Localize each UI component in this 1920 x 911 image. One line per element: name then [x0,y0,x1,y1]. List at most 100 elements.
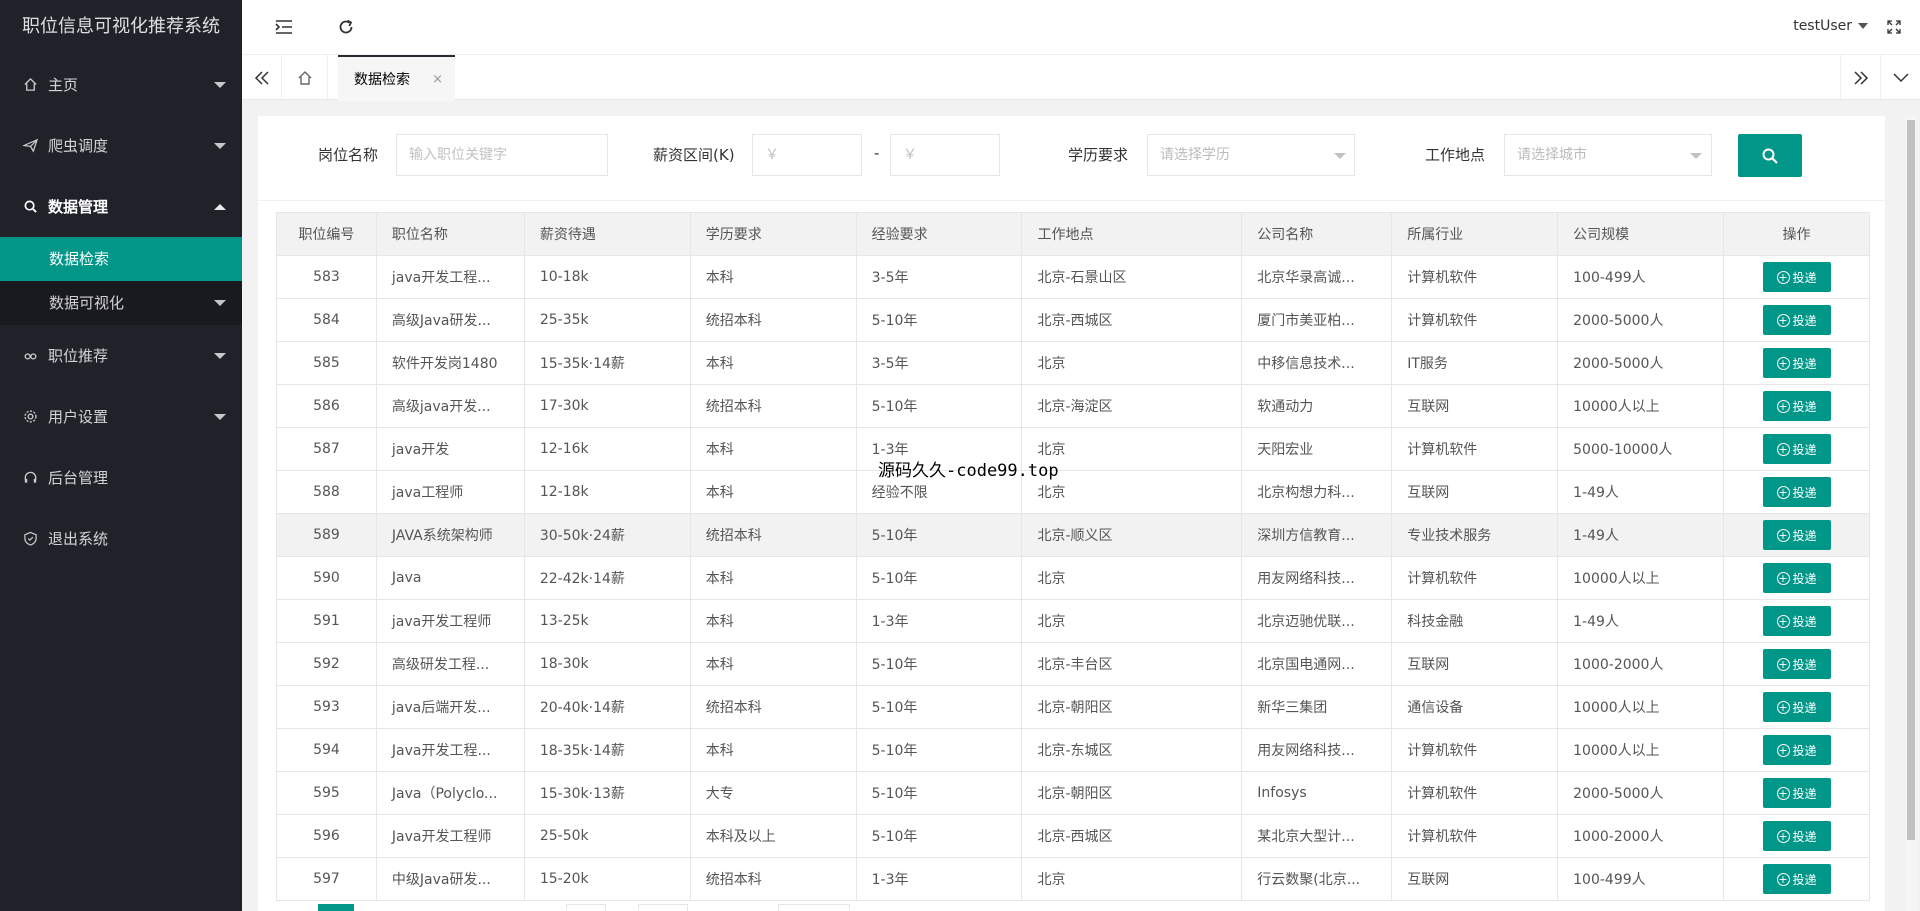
apply-button[interactable]: + 投递 [1762,735,1831,765]
table-cell: 北京构想力科... [1241,470,1393,514]
plus-circle-icon: + [1776,571,1790,585]
table-row: 590 Java 22-42k·14薪 本科 5-10年 北京 用友网络科技... 计算机软件… [276,556,1870,600]
table-cell: 5-10年 [855,513,1023,557]
sidebar-item-job-recommend[interactable]: 职位推荐 [0,325,242,386]
pager-go-button[interactable] [638,904,688,911]
sidebar-item-data-search[interactable]: 数据检索 [0,237,242,281]
column-header[interactable]: 公司名称 [1241,212,1393,256]
column-header[interactable]: 公司规模 [1557,212,1725,256]
apply-button[interactable]: + 投递 [1762,520,1831,550]
plus-circle-icon: + [1776,270,1790,284]
sidebar-item-crawler[interactable]: 爬虫调度 [0,115,242,176]
sidebar-item-label: 主页 [48,76,79,94]
table-cell: 18-35k·14薪 [523,728,691,772]
apply-button-label: 投递 [1792,614,1817,629]
sidebar-item-label: 数据管理 [48,198,109,216]
pager-input[interactable] [566,904,606,911]
table-cell: 高级Java研发... [375,298,525,342]
close-icon[interactable]: × [432,57,443,103]
table-cell: Infosys [1241,771,1393,815]
apply-button[interactable]: + 投递 [1762,606,1831,636]
column-header[interactable]: 经验要求 [855,212,1023,256]
tabs-dropdown-icon[interactable] [1880,55,1920,101]
apply-button[interactable]: + 投递 [1762,391,1831,421]
user-menu[interactable]: testUser [1793,18,1868,34]
plus-circle-icon: + [1776,743,1790,757]
tabs-scroll-right-icon[interactable] [1840,55,1880,101]
apply-button[interactable]: + 投递 [1762,477,1831,507]
table-cell: 北京-东城区 [1021,728,1243,772]
menu-toggle-icon[interactable] [272,15,296,39]
table-header-row: 职位编号 职位名称 薪资待遇 学历要求 经验要求 工作地点 公司名称 所属行业 … [276,212,1870,256]
scrollbar[interactable] [1905,116,1917,911]
city-select[interactable]: 请选择城市 [1504,134,1712,176]
apply-button[interactable]: + 投递 [1762,563,1831,593]
table-cell: 5-10年 [855,298,1023,342]
column-header[interactable]: 职位名称 [375,212,525,256]
fullscreen-icon[interactable] [1882,15,1906,39]
table-cell: 用友网络科技... [1241,556,1393,600]
table-cell: 本科 [689,470,857,514]
sidebar: 职位信息可视化推荐系统 主页 爬虫调度 数据管理 数据检索 数据可视化 职位推荐 [0,0,242,911]
table-cell-action: + 投递 [1723,384,1870,428]
shield-icon [22,531,38,547]
tabs-scroll-left-icon[interactable] [242,55,282,101]
plus-circle-icon: + [1776,442,1790,456]
job-name-input[interactable] [396,134,608,176]
table-cell: 3-5年 [855,341,1023,385]
apply-button[interactable]: + 投递 [1762,692,1831,722]
salary-max-input[interactable] [890,134,1000,176]
apply-button[interactable]: + 投递 [1762,434,1831,464]
sidebar-item-home[interactable]: 主页 [0,54,242,115]
apply-button[interactable]: + 投递 [1762,649,1831,679]
work-location-label: 工作地点 [1425,146,1486,164]
table-cell: Java [375,556,525,600]
table-cell: 通信设备 [1391,685,1559,729]
table-cell: 本科 [689,642,857,686]
sidebar-item-user-settings[interactable]: 用户设置 [0,386,242,447]
salary-dash: - [874,144,880,162]
sidebar-item-data-visualization[interactable]: 数据可视化 [0,281,242,325]
search-button[interactable] [1738,134,1802,177]
pager-current-page[interactable] [318,904,354,911]
column-header[interactable]: 薪资待遇 [523,212,691,256]
apply-button[interactable]: + 投递 [1762,262,1831,292]
scrollbar-thumb[interactable] [1907,120,1915,840]
table-cell: 5-10年 [855,642,1023,686]
table-row: 584 高级Java研发... 25-35k 统招本科 5-10年 北京-西城区 厦门市美亚… [276,298,1870,342]
chevron-down-icon [1690,153,1702,159]
table-row: 583 java开发工程... 10-18k 本科 3-5年 北京-石景山区 北京华录高诚.… [276,255,1870,299]
tab-home-icon[interactable] [282,55,328,101]
table-cell: 北京-顺义区 [1021,513,1243,557]
column-header[interactable]: 职位编号 [276,212,377,256]
pager-size-select[interactable] [778,904,850,911]
tab-data-search[interactable]: 数据检索 × [338,55,455,101]
table-cell: 590 [276,556,377,600]
table-cell: 591 [276,599,377,643]
table-cell: 大专 [689,771,857,815]
apply-button[interactable]: + 投递 [1762,821,1831,851]
chevron-down-icon [214,142,226,149]
chevron-up-icon [214,203,226,210]
table-cell-action: + 投递 [1723,513,1870,557]
salary-min-input[interactable] [752,134,862,176]
refresh-icon[interactable] [334,15,358,39]
column-header[interactable]: 所属行业 [1391,212,1559,256]
table-row: 595 Java（Polyclo... 15-30k·13薪 大专 5-10年 北京-朝阳… [276,771,1870,815]
education-select[interactable]: 请选择学历 [1147,134,1355,176]
sidebar-item-data-management[interactable]: 数据管理 [0,176,242,237]
send-icon [22,138,38,154]
column-header[interactable]: 工作地点 [1021,212,1243,256]
apply-button[interactable]: + 投递 [1762,778,1831,808]
table-cell: 中移信息技术... [1241,341,1393,385]
apply-button[interactable]: + 投递 [1762,864,1831,894]
sidebar-item-admin[interactable]: 后台管理 [0,447,242,508]
table-cell-action: + 投递 [1723,814,1870,858]
column-header[interactable]: 学历要求 [689,212,857,256]
home-icon [22,77,38,93]
apply-button[interactable]: + 投递 [1762,348,1831,378]
table-cell: 北京华录高诚... [1241,255,1393,299]
table-cell: 统招本科 [689,685,857,729]
sidebar-item-logout[interactable]: 退出系统 [0,508,242,569]
apply-button[interactable]: + 投递 [1762,305,1831,335]
